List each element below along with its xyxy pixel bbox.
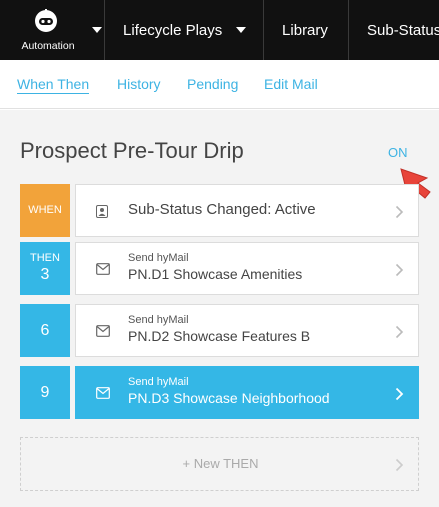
step-card-selected[interactable]: Send hyMail PN.D3 Showcase Neighborhood — [75, 366, 419, 419]
new-then-label: + New THEN — [182, 456, 259, 471]
mail-icon — [96, 263, 110, 275]
step-type: Send hyMail — [128, 376, 189, 388]
robot-icon — [35, 9, 57, 32]
then-badge: THEN 3 — [20, 242, 70, 295]
new-then-button[interactable]: + New THEN — [20, 437, 419, 491]
chevron-right-icon — [395, 325, 404, 339]
then-badge: 9 — [20, 366, 70, 419]
step-text: Send hyMail PN.D2 Showcase Features B — [128, 314, 310, 345]
automation-label: Automation — [21, 40, 75, 52]
nav-sub-status[interactable]: Sub-Status — [349, 0, 439, 60]
step-name: PN.D3 Showcase Neighborhood — [128, 390, 330, 406]
sub-tabs: When Then History Pending Edit Mail — [0, 60, 439, 109]
chevron-right-icon — [395, 387, 404, 401]
chevron-down-icon — [236, 27, 247, 33]
chevron-right-icon — [395, 205, 404, 219]
step-type: Send hyMail — [128, 252, 189, 264]
then-badge: 6 — [20, 304, 70, 357]
tab-pending[interactable]: Pending — [187, 76, 238, 92]
when-badge: WHEN — [20, 184, 70, 237]
when-card[interactable]: Sub-Status Changed: Active — [75, 184, 419, 237]
step-card[interactable]: Send hyMail PN.D2 Showcase Features B — [75, 304, 419, 357]
nav-sub-status-label: Sub-Status — [367, 21, 439, 39]
then-row: 6 Send hyMail PN.D2 Showcase Features B — [20, 304, 419, 357]
step-text: Send hyMail PN.D3 Showcase Neighborhood — [128, 376, 330, 407]
chevron-right-icon — [395, 458, 404, 472]
step-name: PN.D2 Showcase Features B — [128, 328, 311, 344]
mail-icon — [96, 387, 110, 399]
day-number: 9 — [40, 383, 50, 401]
automation-menu[interactable]: Automation — [0, 0, 106, 60]
when-text: Sub-Status Changed: Active — [128, 201, 316, 218]
step-name: PN.D1 Showcase Amenities — [128, 266, 303, 282]
when-badge-label: WHEN — [28, 204, 62, 216]
nav-library-label: Library — [282, 21, 328, 39]
status-toggle[interactable]: ON — [388, 145, 408, 160]
step-type: Send hyMail — [128, 314, 189, 326]
mail-icon — [96, 325, 110, 337]
contact-card-icon — [96, 205, 108, 218]
day-number: 3 — [40, 266, 50, 283]
step-text: Send hyMail PN.D1 Showcase Amenities — [128, 252, 302, 283]
nav-lifecycle-label: Lifecycle Plays — [123, 21, 223, 39]
chevron-right-icon — [395, 263, 404, 277]
day-number: 6 — [40, 321, 50, 339]
nav-library[interactable]: Library — [264, 0, 349, 60]
main-panel: Prospect Pre-Tour Drip ON WHEN Sub-Statu… — [0, 110, 439, 507]
top-nav: Automation Lifecycle Plays Library Sub-S… — [0, 0, 439, 60]
page-title: Prospect Pre-Tour Drip — [20, 138, 244, 163]
step-card[interactable]: Send hyMail PN.D1 Showcase Amenities — [75, 242, 419, 295]
nav-lifecycle-plays[interactable]: Lifecycle Plays — [105, 0, 265, 60]
tab-when-then[interactable]: When Then — [17, 76, 90, 94]
tab-history[interactable]: History — [117, 76, 161, 92]
tab-edit-mail[interactable]: Edit Mail — [264, 76, 318, 92]
then-badge-label: THEN — [30, 252, 60, 264]
then-row: THEN 3 Send hyMail PN.D1 Showcase Amenit… — [20, 242, 419, 295]
chevron-down-icon — [92, 27, 102, 33]
when-row: WHEN Sub-Status Changed: Active — [20, 184, 419, 237]
when-text-wrap: Sub-Status Changed: Active — [128, 201, 316, 218]
then-row: 9 Send hyMail PN.D3 Showcase Neighborhoo… — [20, 366, 419, 419]
